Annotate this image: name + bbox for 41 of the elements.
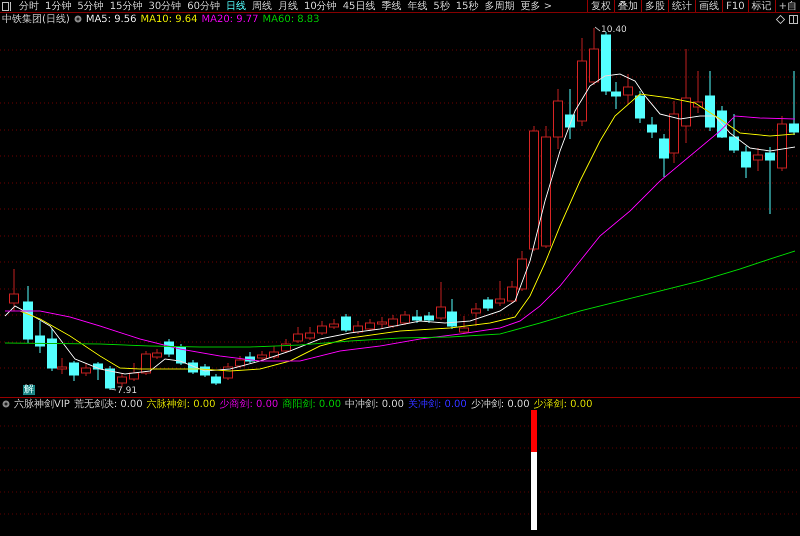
panel-toggle-icon[interactable] xyxy=(2,2,12,10)
period-tab[interactable]: 15分钟 xyxy=(106,0,146,12)
period-tab[interactable]: 分时 xyxy=(16,0,42,12)
unlock-badge[interactable]: 解 xyxy=(23,385,35,395)
period-tab[interactable]: 季线 xyxy=(378,0,404,12)
moving-average-value: MA5: 9.56 xyxy=(86,14,136,24)
leader-line xyxy=(594,26,600,32)
period-tab[interactable]: 30分钟 xyxy=(145,0,184,12)
indicator-value: 中冲剑: 0.00 xyxy=(345,398,404,410)
period-tab[interactable]: 周线 xyxy=(248,0,275,12)
period-tab[interactable]: 60分钟 xyxy=(184,0,223,12)
indicator-value: 少泽剑: 0.00 xyxy=(534,398,592,410)
settings-icon[interactable] xyxy=(2,400,10,408)
period-tab[interactable]: 日线 xyxy=(222,0,249,12)
indicator-value: 六脉神剑: 0.00 xyxy=(146,398,216,410)
period-tab[interactable]: 45日线 xyxy=(340,0,378,12)
period-tab[interactable]: 更多 > xyxy=(518,0,556,12)
period-tab[interactable]: 5秒 xyxy=(430,0,453,12)
period-tab[interactable]: 5分钟 xyxy=(74,0,107,12)
indicator-value: 关冲剑: 0.00 xyxy=(408,398,467,410)
price-label: 7.91 xyxy=(117,386,138,396)
moving-average-value: MA20: 9.77 xyxy=(201,14,258,24)
indicator-value: 少商剑: 0.00 xyxy=(219,398,278,410)
period-tab[interactable]: 多周期 xyxy=(482,0,518,12)
price-label: 10.40 xyxy=(601,25,627,35)
period-tab[interactable]: 10分钟 xyxy=(300,0,340,12)
period-tab[interactable]: 1分钟 xyxy=(42,0,74,12)
moving-average-value: MA10: 9.64 xyxy=(140,14,198,24)
period-tab[interactable]: 15秒 xyxy=(452,0,482,12)
moving-average-value: MA60: 8.83 xyxy=(262,14,320,24)
diamond-icon[interactable] xyxy=(776,14,785,24)
period-tab[interactable]: 月线 xyxy=(274,0,301,12)
leader-line xyxy=(110,388,116,390)
stock-title: 中铁集团(日线) xyxy=(2,14,70,24)
settings-icon[interactable] xyxy=(74,15,82,23)
window-icon[interactable] xyxy=(789,14,798,24)
indicator-value: 荒无剑决: 0.00 xyxy=(74,398,143,410)
indicator-value: 商阳剑: 0.00 xyxy=(282,398,342,410)
period-tab[interactable]: 年线 xyxy=(404,0,430,12)
indicator-value: 少冲剑: 0.00 xyxy=(470,398,530,410)
indicator-title: 六脉神剑VIP xyxy=(14,398,70,410)
